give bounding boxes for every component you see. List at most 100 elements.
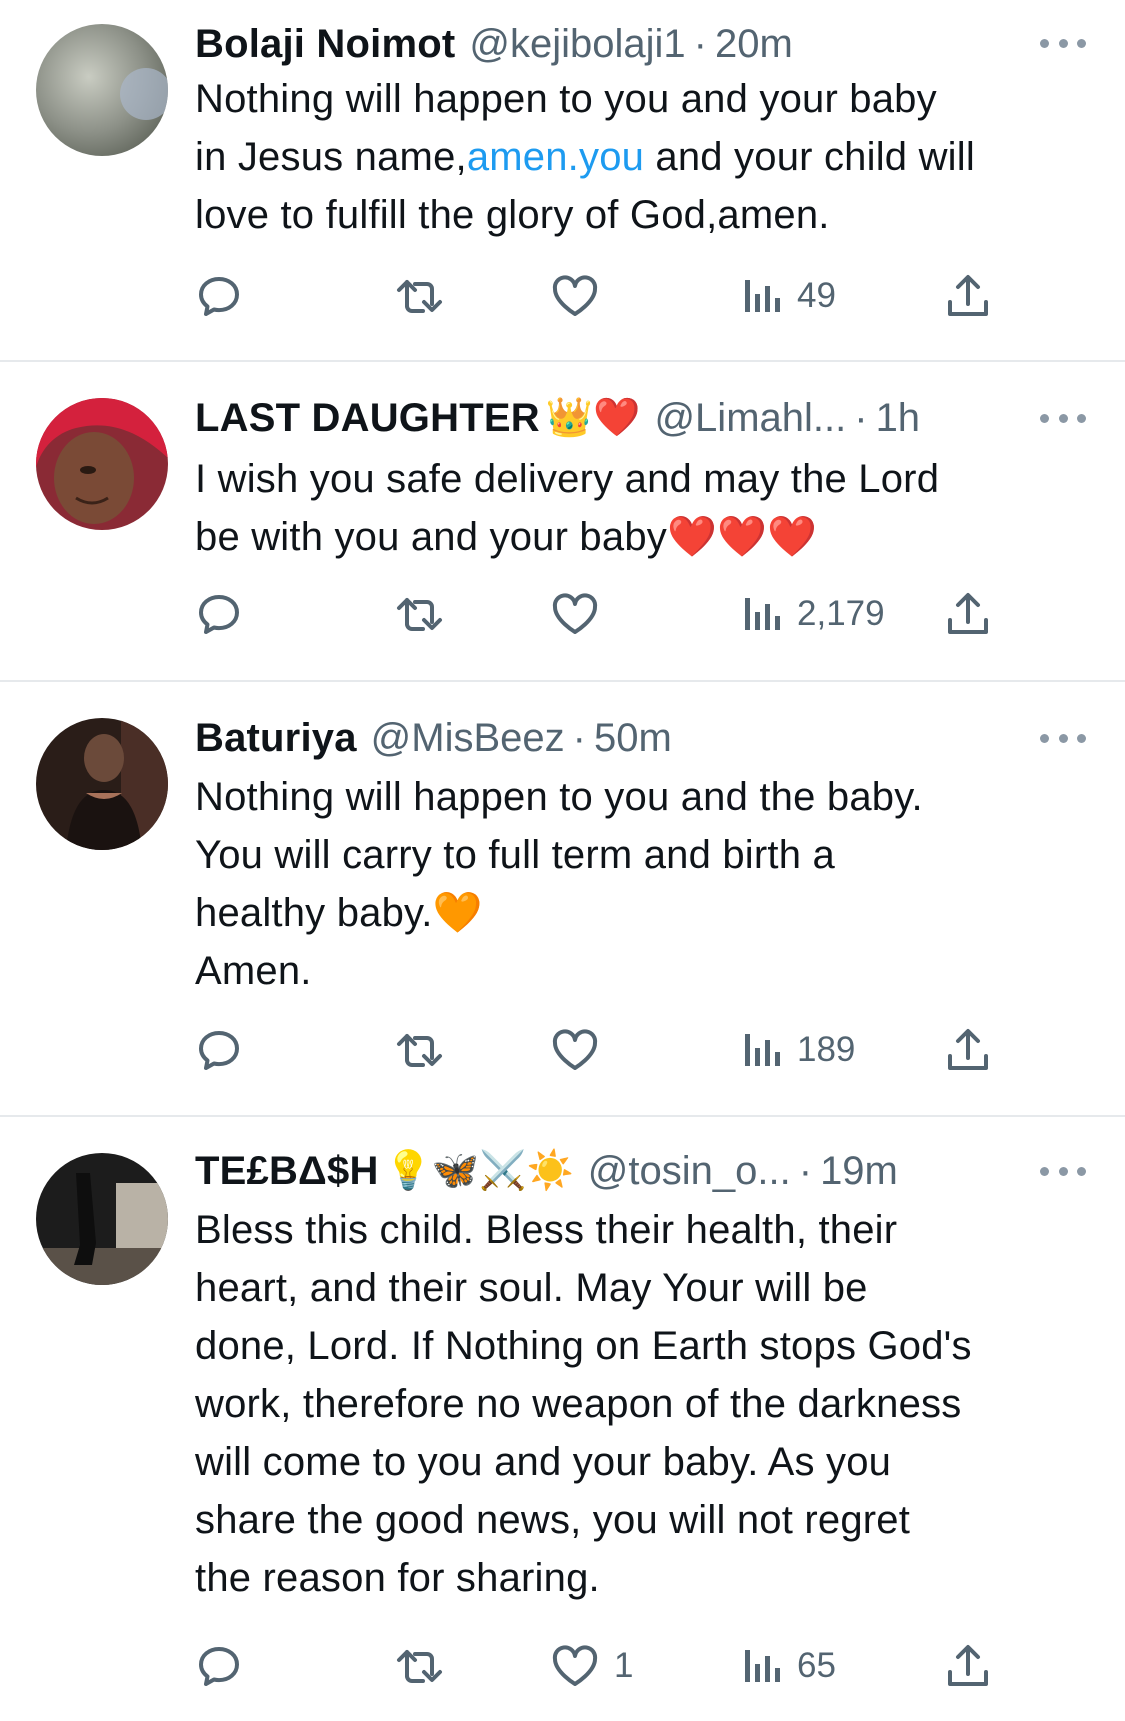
share-icon — [948, 593, 988, 634]
handle[interactable]: @MisBeez — [371, 716, 565, 761]
heart-icon — [552, 275, 598, 316]
tweet-text-line: love to fulfill the glory of God,amen. — [195, 186, 1095, 244]
text-segment: love to fulfill the glory of God,amen. — [195, 193, 830, 237]
handle[interactable]: @Limahl... — [654, 396, 846, 441]
avatar[interactable] — [36, 24, 168, 156]
tweet-text: Bless this child. Bless their health, th… — [195, 1201, 1095, 1607]
retweet-button[interactable] — [395, 1638, 445, 1694]
reply-button[interactable] — [195, 1638, 243, 1694]
reply-button[interactable] — [195, 268, 243, 324]
text-segment: You will carry to full term and birth a — [195, 833, 835, 877]
like-button[interactable] — [550, 586, 614, 642]
tweet-header: Baturiya @MisBeez · 50m — [195, 708, 672, 768]
display-name[interactable]: TE£BΔ$H — [195, 1149, 379, 1194]
retweet-button[interactable] — [395, 586, 445, 642]
tweet-text: I wish you safe delivery and may the Lor… — [195, 450, 1095, 566]
tweet-header: TE£BΔ$H 💡🦋⚔️☀️ @tosin_o... · 19m — [195, 1141, 898, 1201]
reply-button[interactable] — [195, 1022, 243, 1078]
retweet-button[interactable] — [395, 1022, 445, 1078]
display-name[interactable]: Bolaji Noimot — [195, 22, 455, 67]
reply-icon — [199, 1031, 239, 1070]
tweet-text-line: done, Lord. If Nothing on Earth stops Go… — [195, 1317, 1095, 1375]
text-segment: share the good news, you will not regret — [195, 1498, 911, 1542]
text-segment: Nothing will happen to you and the baby. — [195, 775, 923, 819]
view-count: 189 — [797, 1030, 856, 1069]
link[interactable]: amen.you — [467, 135, 644, 179]
timestamp[interactable]: 1h — [876, 396, 921, 441]
tweet-text-line: heart, and their soul. May Your will be — [195, 1259, 1095, 1317]
tweet-text-line: healthy baby.🧡 — [195, 884, 1095, 942]
text-segment: Nothing will happen to you and your baby — [195, 77, 937, 121]
more-options-icon[interactable] — [1040, 37, 1086, 49]
separator-dot: · — [798, 1148, 813, 1193]
avatar[interactable] — [36, 718, 168, 850]
view-count: 49 — [797, 276, 836, 315]
text-segment: work, therefore no weapon of the darknes… — [195, 1382, 962, 1426]
like-count: 1 — [614, 1646, 634, 1685]
tweet-actions: 49 — [195, 268, 1095, 324]
avatar[interactable] — [36, 398, 168, 530]
display-name[interactable]: LAST DAUGHTER — [195, 396, 540, 441]
timestamp[interactable]: 19m — [820, 1149, 898, 1194]
share-icon — [948, 1645, 988, 1686]
more-options-icon[interactable] — [1040, 1165, 1086, 1177]
share-icon — [948, 1029, 988, 1070]
tweet-text-line: Bless this child. Bless their health, th… — [195, 1201, 1095, 1259]
views-button[interactable]: 49 — [743, 268, 836, 324]
text-segment: the reason for sharing. — [195, 1556, 600, 1600]
like-button[interactable] — [550, 1022, 614, 1078]
text-segment: will come to you and your baby. As you — [195, 1440, 892, 1484]
separator-dot: · — [854, 395, 868, 440]
divider — [0, 360, 1125, 362]
views-button[interactable]: 189 — [743, 1022, 855, 1078]
tweet-text-line: You will carry to full term and birth a — [195, 826, 1095, 884]
share-button[interactable] — [945, 586, 991, 642]
share-button[interactable] — [945, 268, 991, 324]
tweet-text-line: Nothing will happen to you and your baby — [195, 70, 1095, 128]
handle[interactable]: @kejibolaji1 — [469, 22, 685, 67]
reply-icon — [199, 595, 239, 634]
tweet-text-line: I wish you safe delivery and may the Lor… — [195, 450, 1095, 508]
tweet-text-line: Amen. — [195, 942, 1095, 1000]
tweet-text-line: in Jesus name,amen.you and your child wi… — [195, 128, 1095, 186]
tweet-actions: 1 65 — [195, 1638, 1095, 1694]
name-emoji: 💡🦋⚔️☀️ — [384, 1150, 574, 1192]
reply-button[interactable] — [195, 586, 243, 642]
heart-icon — [552, 1645, 598, 1686]
like-button[interactable] — [550, 268, 614, 324]
views-button[interactable]: 65 — [743, 1638, 836, 1694]
retweet-button[interactable] — [395, 268, 445, 324]
text-segment: and your child will — [644, 135, 975, 179]
tweet-text: Nothing will happen to you and your baby… — [195, 70, 1095, 244]
timestamp[interactable]: 20m — [715, 22, 793, 67]
text-segment: done, Lord. If Nothing on Earth stops Go… — [195, 1324, 972, 1368]
analytics-icon — [745, 280, 780, 312]
tweet-text-line: Nothing will happen to you and the baby. — [195, 768, 1095, 826]
separator-dot: · — [693, 21, 707, 66]
tweet-text-line: share the good news, you will not regret — [195, 1491, 1095, 1549]
analytics-icon — [745, 598, 780, 630]
avatar[interactable] — [36, 1153, 168, 1285]
handle[interactable]: @tosin_o... — [588, 1149, 791, 1194]
text-segment: in Jesus name, — [195, 135, 467, 179]
text-segment: be with you and your baby❤️❤️❤️ — [195, 515, 817, 559]
tweet-actions: 189 — [195, 1022, 1095, 1078]
heart-icon — [552, 1029, 598, 1070]
view-count: 65 — [797, 1646, 836, 1685]
share-button[interactable] — [945, 1638, 991, 1694]
text-segment: Bless this child. Bless their health, th… — [195, 1208, 898, 1252]
timestamp[interactable]: 50m — [594, 716, 672, 761]
share-button[interactable] — [945, 1022, 991, 1078]
display-name[interactable]: Baturiya — [195, 716, 357, 761]
name-emoji: 👑❤️ — [545, 397, 641, 439]
like-button[interactable]: 1 — [550, 1638, 633, 1694]
analytics-icon — [745, 1034, 780, 1066]
tweet-text-line: the reason for sharing. — [195, 1549, 1095, 1607]
more-options-icon[interactable] — [1040, 412, 1086, 424]
more-options-icon[interactable] — [1040, 732, 1086, 744]
views-button[interactable]: 2,179 — [743, 586, 885, 642]
share-icon — [948, 275, 988, 316]
tweet-actions: 2,179 — [195, 586, 1095, 642]
retweet-icon — [397, 1650, 442, 1683]
retweet-icon — [397, 280, 442, 313]
